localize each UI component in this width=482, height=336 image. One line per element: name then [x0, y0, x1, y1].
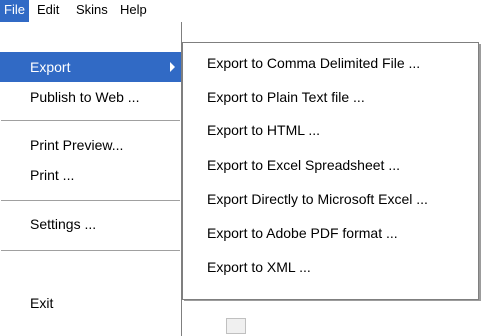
submenu-item-export-text[interactable]: Export to Plain Text file ...: [183, 82, 478, 112]
menu-item-label: Print ...: [30, 167, 75, 183]
menu-skins[interactable]: Skins: [72, 0, 112, 22]
menu-item-settings[interactable]: Settings ...: [0, 209, 181, 239]
menu-separator: [1, 250, 180, 252]
submenu-item-export-html[interactable]: Export to HTML ...: [183, 115, 478, 145]
background-icon: [226, 318, 246, 334]
menu-edit[interactable]: Edit: [33, 0, 63, 22]
menu-separator: [1, 120, 180, 122]
submenu-arrow-icon: [170, 62, 175, 72]
submenu-item-export-pdf[interactable]: Export to Adobe PDF format ...: [183, 218, 478, 248]
menu-item-exit[interactable]: Exit: [0, 288, 181, 318]
menu-item-label: Export: [30, 59, 71, 75]
submenu-item-export-excel[interactable]: Export to Excel Spreadsheet ...: [183, 150, 478, 180]
menu-item-publish-to-web[interactable]: Publish to Web ...: [0, 82, 181, 112]
menu-item-print[interactable]: Print ...: [0, 160, 181, 190]
submenu-item-export-direct-excel[interactable]: Export Directly to Microsoft Excel ...: [183, 184, 478, 214]
menu-item-label: Publish to Web ...: [30, 89, 140, 105]
submenu-item-export-xml[interactable]: Export to XML ...: [183, 252, 478, 282]
menu-help[interactable]: Help: [116, 0, 151, 22]
menu-item-label: Print Preview...: [30, 137, 124, 153]
menu-item-label: Exit: [30, 295, 54, 311]
menu-file[interactable]: File: [0, 0, 29, 22]
menu-separator: [1, 200, 180, 202]
menu-bar: File Edit Skins Help: [0, 0, 482, 22]
menu-item-export[interactable]: Export: [0, 52, 181, 82]
menu-item-label: Settings ...: [30, 216, 97, 232]
export-submenu: Export to Comma Delimited File ... Expor…: [182, 42, 479, 300]
file-dropdown-menu: Export Publish to Web ... Print Preview.…: [0, 22, 182, 336]
menu-item-print-preview[interactable]: Print Preview...: [0, 130, 181, 160]
submenu-item-export-csv[interactable]: Export to Comma Delimited File ...: [183, 48, 478, 78]
